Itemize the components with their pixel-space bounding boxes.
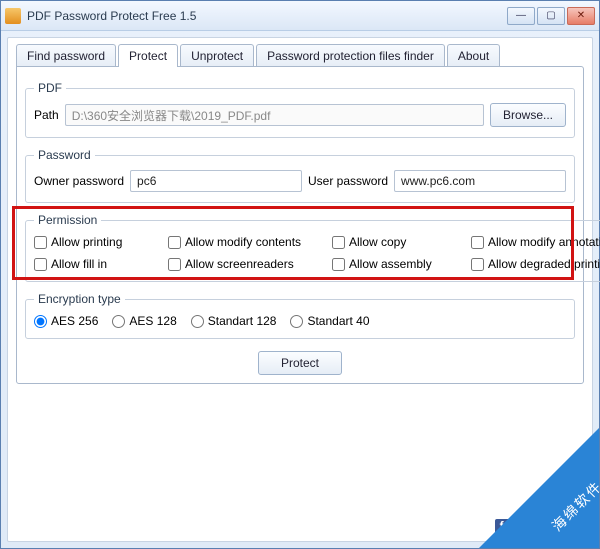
tab-strip: Find password Protect Unprotect Password… [16,44,584,67]
enc-standart128[interactable]: Standart 128 [191,314,277,328]
perm-allow-copy[interactable]: Allow copy [332,235,467,249]
window-title: PDF Password Protect Free 1.5 [27,9,507,23]
watermark-triangle [479,428,599,548]
password-group: Password Owner password User password [25,148,575,203]
encryption-group: Encryption type AES 256 AES 128 Standart… [25,292,575,339]
perm-allow-fill-in-checkbox[interactable] [34,258,47,271]
browse-button[interactable]: Browse... [490,103,566,127]
tab-find-password[interactable]: Find password [16,44,116,67]
protect-button[interactable]: Protect [258,351,342,375]
enc-aes256-radio[interactable] [34,315,47,328]
tab-about[interactable]: About [447,44,500,67]
perm-allow-printing[interactable]: Allow printing [34,235,164,249]
tab-protect[interactable]: Protect [118,44,178,67]
perm-allow-copy-checkbox[interactable] [332,236,345,249]
perm-allow-assembly[interactable]: Allow assembly [332,257,467,271]
perm-allow-modify-annotations[interactable]: Allow modify annotations [471,235,600,249]
minimize-button[interactable]: — [507,7,535,25]
titlebar: PDF Password Protect Free 1.5 — ▢ ✕ [1,1,599,31]
window-buttons: — ▢ ✕ [507,7,595,25]
path-label: Path [34,108,59,122]
perm-allow-degraded-printing[interactable]: Allow degraded printing [471,257,600,271]
enc-aes128-radio[interactable] [112,315,125,328]
perm-allow-degraded-printing-checkbox[interactable] [471,258,484,271]
enc-standart40-radio[interactable] [290,315,303,328]
pdf-legend: PDF [34,81,66,95]
enc-aes256[interactable]: AES 256 [34,314,98,328]
maximize-button[interactable]: ▢ [537,7,565,25]
close-button[interactable]: ✕ [567,7,595,25]
perm-allow-fill-in[interactable]: Allow fill in [34,257,164,271]
enc-aes128[interactable]: AES 128 [112,314,176,328]
enc-standart128-radio[interactable] [191,315,204,328]
tab-unprotect[interactable]: Unprotect [180,44,254,67]
perm-allow-modify-annotations-checkbox[interactable] [471,236,484,249]
perm-allow-modify-contents-checkbox[interactable] [168,236,181,249]
user-password-input[interactable] [394,170,566,192]
pdf-group: PDF Path Browse... [25,81,575,138]
app-window: PDF Password Protect Free 1.5 — ▢ ✕ Find… [0,0,600,549]
perm-allow-printing-checkbox[interactable] [34,236,47,249]
owner-password-label: Owner password [34,174,124,188]
encryption-legend: Encryption type [34,292,125,306]
perm-allow-screenreaders[interactable]: Allow screenreaders [168,257,328,271]
perm-allow-modify-contents[interactable]: Allow modify contents [168,235,328,249]
app-icon [5,8,21,24]
perm-allow-assembly-checkbox[interactable] [332,258,345,271]
tab-body-protect: PDF Path Browse... Password Owner passwo… [16,66,584,384]
perm-allow-screenreaders-checkbox[interactable] [168,258,181,271]
user-password-label: User password [308,174,388,188]
permission-legend: Permission [34,213,101,227]
permission-group: Permission Allow printing Allow modify c… [25,213,600,282]
enc-standart40[interactable]: Standart 40 [290,314,369,328]
path-input[interactable] [65,104,484,126]
owner-password-input[interactable] [130,170,302,192]
password-legend: Password [34,148,95,162]
tab-password-finder[interactable]: Password protection files finder [256,44,445,67]
